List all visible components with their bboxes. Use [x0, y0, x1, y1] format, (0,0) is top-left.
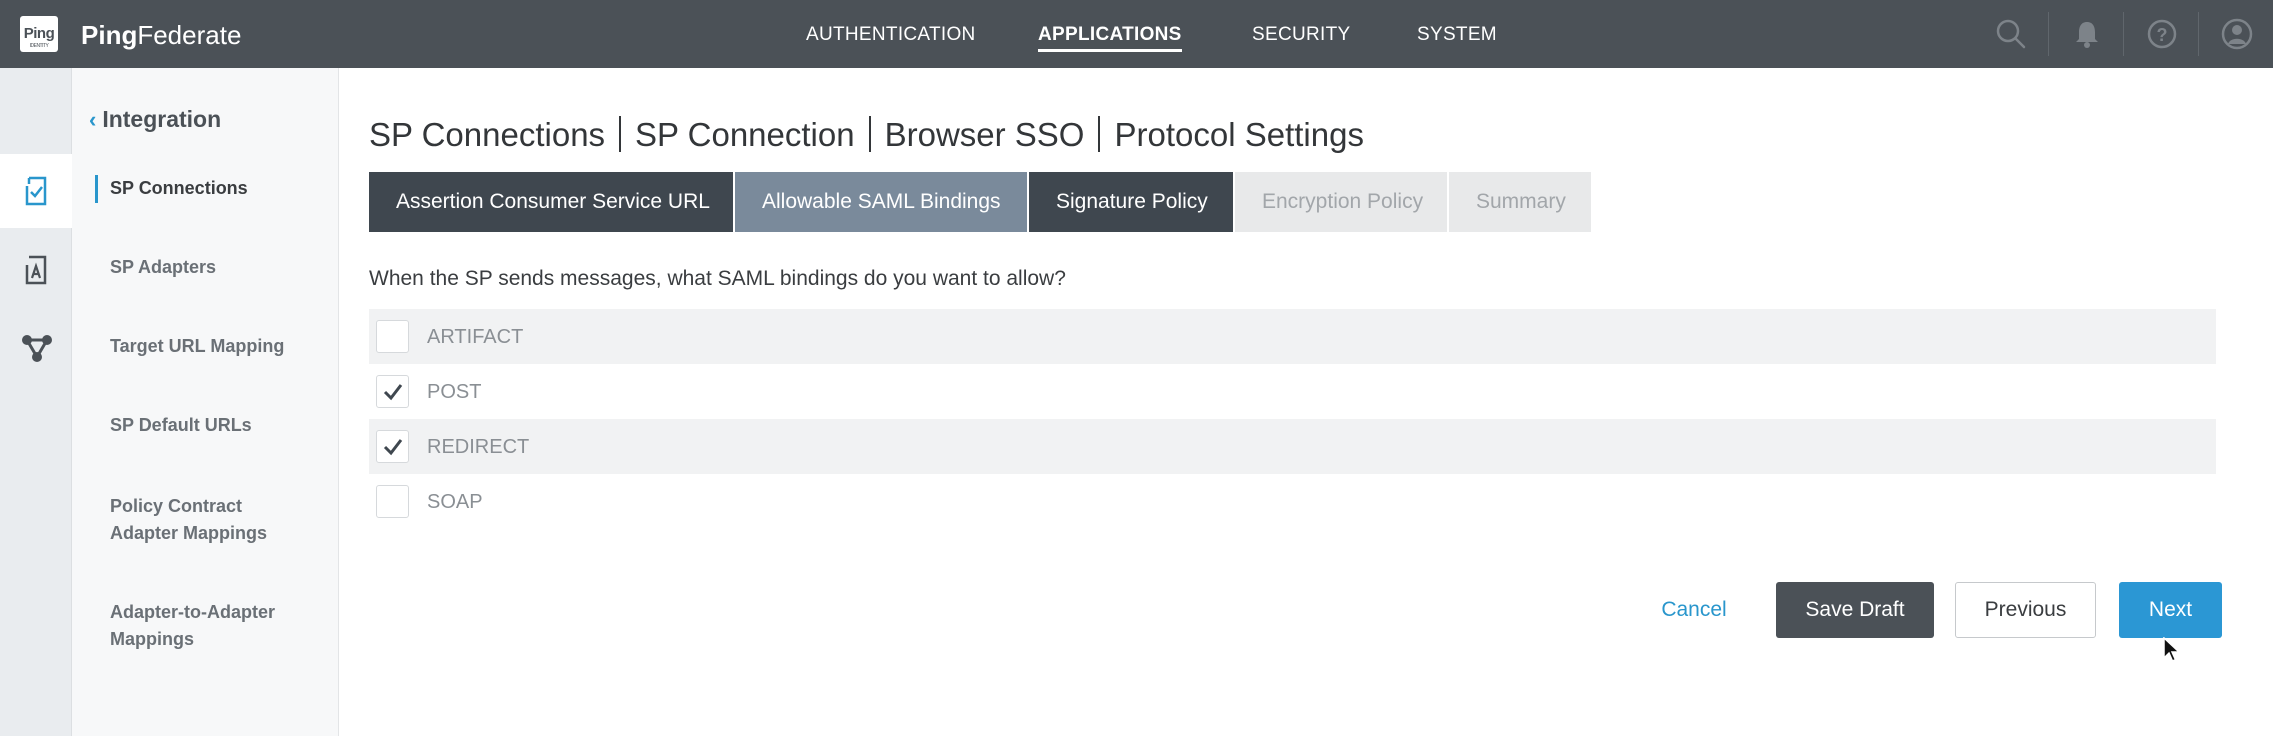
- notification-bell-icon[interactable]: [2067, 14, 2107, 54]
- nav-system[interactable]: SYSTEM: [1417, 24, 1497, 46]
- breadcrumb-item-current: Protocol Settings: [1114, 116, 1364, 153]
- cancel-button[interactable]: Cancel: [1640, 582, 1748, 638]
- breadcrumb-item[interactable]: SP Connections: [369, 116, 605, 153]
- rail-sp-connections[interactable]: [0, 154, 72, 228]
- brand-name: PingFederate: [81, 20, 241, 51]
- mouse-cursor-icon: [2163, 637, 2181, 662]
- search-icon[interactable]: [1991, 14, 2031, 54]
- artifact-checkbox[interactable]: [376, 320, 409, 353]
- post-checkbox[interactable]: [376, 375, 409, 408]
- sp-connections-icon: [25, 176, 47, 206]
- brand-bold: Ping: [81, 20, 138, 50]
- bindings-question: When the SP sends messages, what SAML bi…: [369, 267, 1066, 290]
- tab-signature-policy[interactable]: Signature Policy: [1029, 172, 1233, 232]
- binding-row-artifact: ARTIFACT: [369, 309, 2216, 364]
- breadcrumb: SP Connections SP Connection Browser SSO Pr…: [369, 116, 1364, 154]
- back-label: Integration: [102, 106, 222, 132]
- wizard-tabs: Assertion Consumer Service URL Allowable…: [369, 172, 1593, 232]
- brand-light: Federate: [137, 20, 242, 50]
- ping-logo[interactable]: Ping IDENTITY: [20, 16, 58, 52]
- rail-mapping[interactable]: [0, 312, 72, 386]
- checkmark-icon: [383, 384, 403, 401]
- redirect-checkbox[interactable]: [376, 430, 409, 463]
- binding-row-soap: SOAP: [369, 474, 2216, 529]
- previous-button[interactable]: Previous: [1955, 582, 2096, 638]
- breadcrumb-separator: [868, 116, 871, 152]
- tab-encryption-policy: Encryption Policy: [1235, 172, 1447, 232]
- subnav-item-sp-adapters[interactable]: SP Adapters: [110, 254, 320, 281]
- chevron-left-icon: ‹: [89, 107, 97, 132]
- binding-row-post: POST: [369, 364, 2216, 419]
- binding-row-redirect: REDIRECT: [369, 419, 2216, 474]
- nav-applications[interactable]: APPLICATIONS: [1038, 24, 1182, 52]
- breadcrumb-separator: [619, 116, 622, 152]
- svg-text:?: ?: [2157, 25, 2168, 45]
- help-icon[interactable]: ?: [2142, 14, 2182, 54]
- rail-sp-adapters[interactable]: [0, 233, 72, 307]
- mapping-icon: [22, 335, 52, 362]
- back-to-integration[interactable]: ‹ Integration: [89, 106, 221, 133]
- tab-allowable-saml-bindings[interactable]: Allowable SAML Bindings: [735, 172, 1027, 232]
- subnav-item-adapter-to-adapter-mappings[interactable]: Adapter-to-Adapter Mappings: [110, 599, 300, 653]
- breadcrumb-item[interactable]: SP Connection: [635, 116, 855, 153]
- soap-checkbox[interactable]: [376, 485, 409, 518]
- sub-navigation: ‹ Integration SP Connections SP Adapters …: [72, 68, 339, 736]
- logo-subtext: IDENTITY: [29, 43, 49, 49]
- active-indicator: [95, 175, 98, 203]
- icon-rail: [0, 68, 72, 736]
- binding-label: SOAP: [427, 491, 483, 513]
- next-button[interactable]: Next: [2119, 582, 2222, 638]
- logo-text: Ping: [23, 25, 55, 42]
- subnav-item-sp-default-urls[interactable]: SP Default URLs: [110, 412, 320, 439]
- tab-assertion-consumer-service-url[interactable]: Assertion Consumer Service URL: [369, 172, 733, 232]
- breadcrumb-item[interactable]: Browser SSO: [885, 116, 1085, 153]
- top-bar: Ping IDENTITY PingFederate AUTHENTICATIO…: [0, 0, 2273, 68]
- separator: [2198, 12, 2199, 56]
- subnav-item-policy-contract-adapter-mappings[interactable]: Policy Contract Adapter Mappings: [110, 493, 300, 547]
- sp-adapters-icon: [25, 255, 47, 285]
- binding-label: ARTIFACT: [427, 326, 524, 348]
- save-draft-button[interactable]: Save Draft: [1776, 582, 1934, 638]
- binding-label: POST: [427, 381, 482, 403]
- binding-label: REDIRECT: [427, 436, 530, 458]
- nav-authentication[interactable]: AUTHENTICATION: [806, 24, 976, 46]
- breadcrumb-separator: [1098, 116, 1101, 152]
- subnav-item-target-url-mapping[interactable]: Target URL Mapping: [110, 333, 320, 360]
- separator: [2123, 12, 2124, 56]
- checkmark-icon: [383, 439, 403, 456]
- tab-summary: Summary: [1449, 172, 1591, 232]
- separator: [2048, 12, 2049, 56]
- nav-security[interactable]: SECURITY: [1252, 24, 1350, 46]
- subnav-item-sp-connections[interactable]: SP Connections: [110, 175, 320, 202]
- user-account-icon[interactable]: [2217, 14, 2257, 54]
